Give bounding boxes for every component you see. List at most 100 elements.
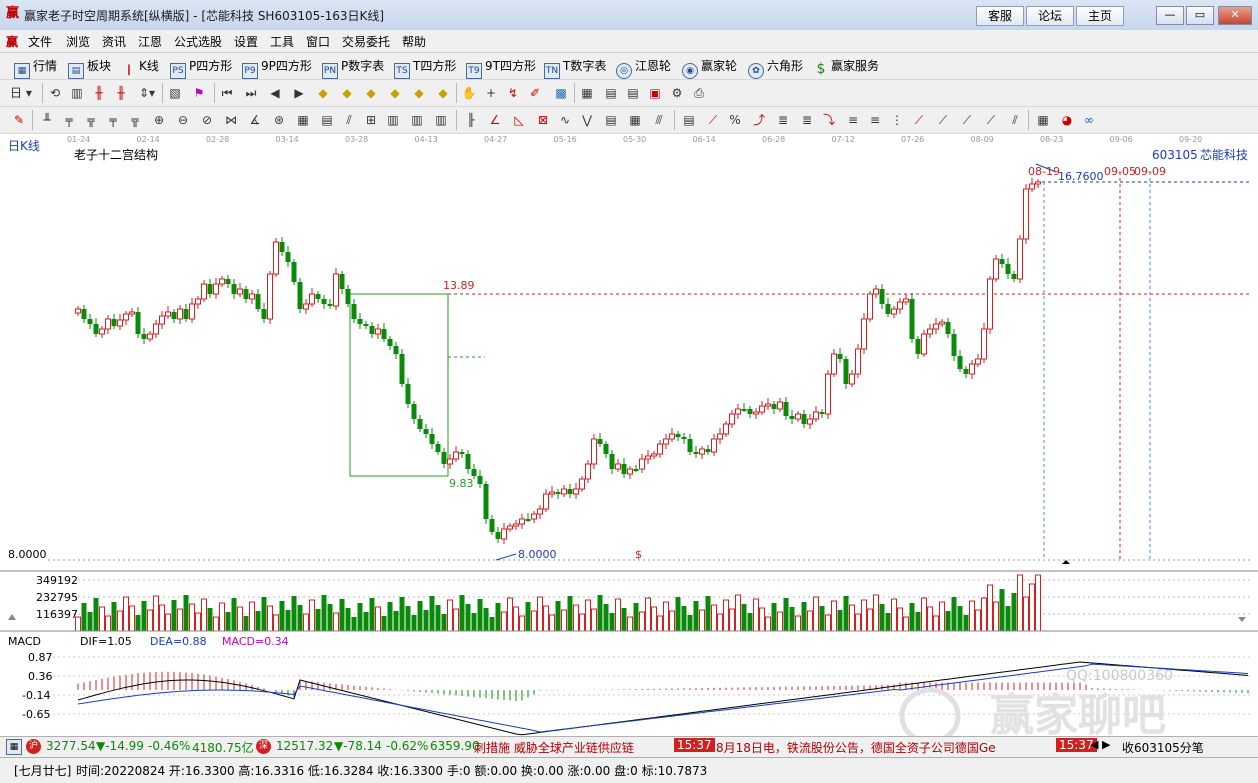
first-icon[interactable]: ⏮ [218, 84, 236, 102]
diamond5-icon[interactable]: ◆ [410, 84, 428, 102]
cursor-icon[interactable]: ⇕▾ [138, 84, 156, 102]
hexagon-button[interactable]: ✿ 六角形 [748, 57, 803, 79]
grid-icon[interactable]: ▩ [552, 84, 570, 102]
calc-icon[interactable]: ▤ [602, 84, 620, 102]
draw-tool-30-icon[interactable]: ⤴ [750, 111, 768, 129]
news-ticker-1[interactable]: 刺措施 威胁全球产业链供应链 [474, 739, 674, 756]
draw-tool-28-icon[interactable]: ▤ [680, 111, 698, 129]
table-icon[interactable]: ▦ [1034, 111, 1052, 129]
draw-tool-3-icon[interactable]: ╦ [82, 111, 100, 129]
draw-tool-40-icon[interactable]: ⟋ [982, 111, 1000, 129]
hand-icon[interactable]: ✋ [460, 84, 478, 102]
menu-formula[interactable]: 公式选股 [174, 33, 222, 50]
draw-tool-41-icon[interactable]: ⫽ [1006, 111, 1024, 129]
diamond4-icon[interactable]: ◆ [386, 84, 404, 102]
draw-tool-10-icon[interactable]: ∡ [246, 111, 264, 129]
draw-tool-38-icon[interactable]: ⟋ [934, 111, 952, 129]
news-ticker-2[interactable]: 8月18日电，铁流股份公告，德国全资子公司德国Ge [716, 739, 1056, 756]
candle-icon[interactable]: ▥ [68, 84, 86, 102]
forum-button[interactable]: 论坛 [1026, 6, 1074, 26]
draw-tool-21-icon[interactable]: ◺ [510, 111, 528, 129]
chart-area[interactable]: 01-24 02-14 02-28 03-14 03-28 04-13 04-27 05-16… [0, 134, 1258, 745]
9p-square-button[interactable]: P9 9P四方形 [242, 57, 312, 79]
menu-tools[interactable]: 工具 [270, 33, 294, 50]
kline-button[interactable]: ┃ K线 [122, 57, 159, 76]
print-icon[interactable]: ⎙ [690, 84, 708, 102]
menu-window[interactable]: 窗口 [306, 33, 330, 50]
diamond2-icon[interactable]: ◆ [338, 84, 356, 102]
menu-gann[interactable]: 江恩 [138, 33, 162, 50]
draw-tool-7-icon[interactable]: ⊖ [174, 111, 192, 129]
draw-tool-23-icon[interactable]: ∿ [556, 111, 574, 129]
bars2-icon[interactable]: ╫ [112, 84, 130, 102]
draw-tool-33-icon[interactable]: ⤵ [820, 111, 838, 129]
draw-tool-4-icon[interactable]: ╤ [104, 111, 122, 129]
pen-icon[interactable]: ✎ [10, 111, 28, 129]
minimize-button[interactable]: — [1156, 6, 1184, 25]
diamond3-icon[interactable]: ◆ [362, 84, 380, 102]
next-icon[interactable]: ▶ [290, 84, 308, 102]
maximize-button[interactable]: ▭ [1186, 6, 1214, 25]
menu-file[interactable]: 文件 [28, 33, 52, 50]
color-wheel-icon[interactable]: ◕ [1058, 111, 1076, 129]
draw-tool-11-icon[interactable]: ⊛ [270, 111, 288, 129]
draw-tool-13-icon[interactable]: ▤ [318, 111, 336, 129]
close-button[interactable]: ✕ [1218, 6, 1252, 25]
homepage-button[interactable]: 主页 [1076, 6, 1124, 26]
draw-tool-9-icon[interactable]: ⋈ [222, 111, 240, 129]
draw-tool-34-icon[interactable]: ≡ [844, 111, 862, 129]
draw-tool-25-icon[interactable]: ▤ [602, 111, 620, 129]
sector-button[interactable]: ▤ 板块 [68, 57, 111, 79]
calendar-icon[interactable]: ▦ [578, 84, 596, 102]
link-icon[interactable]: ⚙ [668, 84, 686, 102]
draw-tool-5-icon[interactable]: ╦ [126, 111, 144, 129]
refresh-icon[interactable]: ⟲ [46, 84, 64, 102]
gann-wheel-button[interactable]: ◎ 江恩轮 [616, 57, 671, 79]
draw-tool-36-icon[interactable]: ⋮ [888, 111, 906, 129]
draw-tool-39-icon[interactable]: ⟋ [958, 111, 976, 129]
draw-tool-17-icon[interactable]: ▥ [408, 111, 426, 129]
menu-trade[interactable]: 交易委托 [342, 33, 390, 50]
shape-icon[interactable]: ✐ [526, 84, 544, 102]
save-icon[interactable]: ▣ [646, 84, 664, 102]
draw-tool-26-icon[interactable]: ▦ [626, 111, 644, 129]
percent-icon[interactable]: % [726, 111, 744, 129]
scroll-down-icon[interactable] [1238, 617, 1246, 622]
draw-tool-15-icon[interactable]: ⊞ [362, 111, 380, 129]
prev-icon[interactable]: ◀ [266, 84, 284, 102]
flag-icon[interactable]: ⚑ [190, 84, 208, 102]
quotes-button[interactable]: ▦ 行情 [14, 57, 57, 79]
draw-tool-14-icon[interactable]: ⫽ [340, 111, 358, 129]
draw-tool-22-icon[interactable]: ⊠ [534, 111, 552, 129]
draw-tool-16-icon[interactable]: ▥ [384, 111, 402, 129]
p-number-table-button[interactable]: PN P数字表 [322, 57, 384, 79]
last-icon[interactable]: ⏭ [242, 84, 260, 102]
draw-tool-6-icon[interactable]: ⊕ [150, 111, 168, 129]
scroll-up-icon[interactable] [8, 614, 16, 620]
t-square-button[interactable]: TS T四方形 [394, 57, 456, 79]
draw-tool-20-icon[interactable]: ∠ [486, 111, 504, 129]
draw-tool-1-icon[interactable]: ╨ [38, 111, 56, 129]
menu-settings[interactable]: 设置 [234, 33, 258, 50]
kefu-button[interactable]: 客服 [976, 6, 1024, 26]
draw-tool-27-icon[interactable]: ⫻ [650, 111, 668, 129]
draw-tool-2-icon[interactable]: ╤ [60, 111, 78, 129]
crosshair-icon[interactable]: + [482, 84, 500, 102]
menu-info[interactable]: 资讯 [102, 33, 126, 50]
menu-browse[interactable]: 浏览 [66, 33, 90, 50]
draw-tool-12-icon[interactable]: ▦ [294, 111, 312, 129]
status-prev-icon[interactable]: ◀ [1090, 738, 1098, 751]
winner-service-button[interactable]: $ 赢家服务 [814, 57, 879, 76]
kline-chart[interactable]: 01-24 02-14 02-28 03-14 03-28 04-13 04-27 05-16… [0, 134, 1258, 745]
draw-tool-18-icon[interactable]: ▥ [432, 111, 450, 129]
draw-tool-35-icon[interactable]: ≡ [866, 111, 884, 129]
draw-tool-8-icon[interactable]: ⊘ [198, 111, 216, 129]
p-square-button[interactable]: PS P四方形 [170, 57, 232, 79]
chart-mode-icon[interactable]: ▧ [166, 84, 184, 102]
draw-tool-32-icon[interactable]: ≣ [798, 111, 816, 129]
9t-square-button[interactable]: T9 9T四方形 [466, 57, 536, 79]
diamond6-icon[interactable]: ◆ [434, 84, 452, 102]
diamond1-icon[interactable]: ◆ [314, 84, 332, 102]
winner-wheel-button[interactable]: ◉ 赢家轮 [682, 57, 737, 79]
draw-tool-37-icon[interactable]: ⟋ [910, 111, 928, 129]
